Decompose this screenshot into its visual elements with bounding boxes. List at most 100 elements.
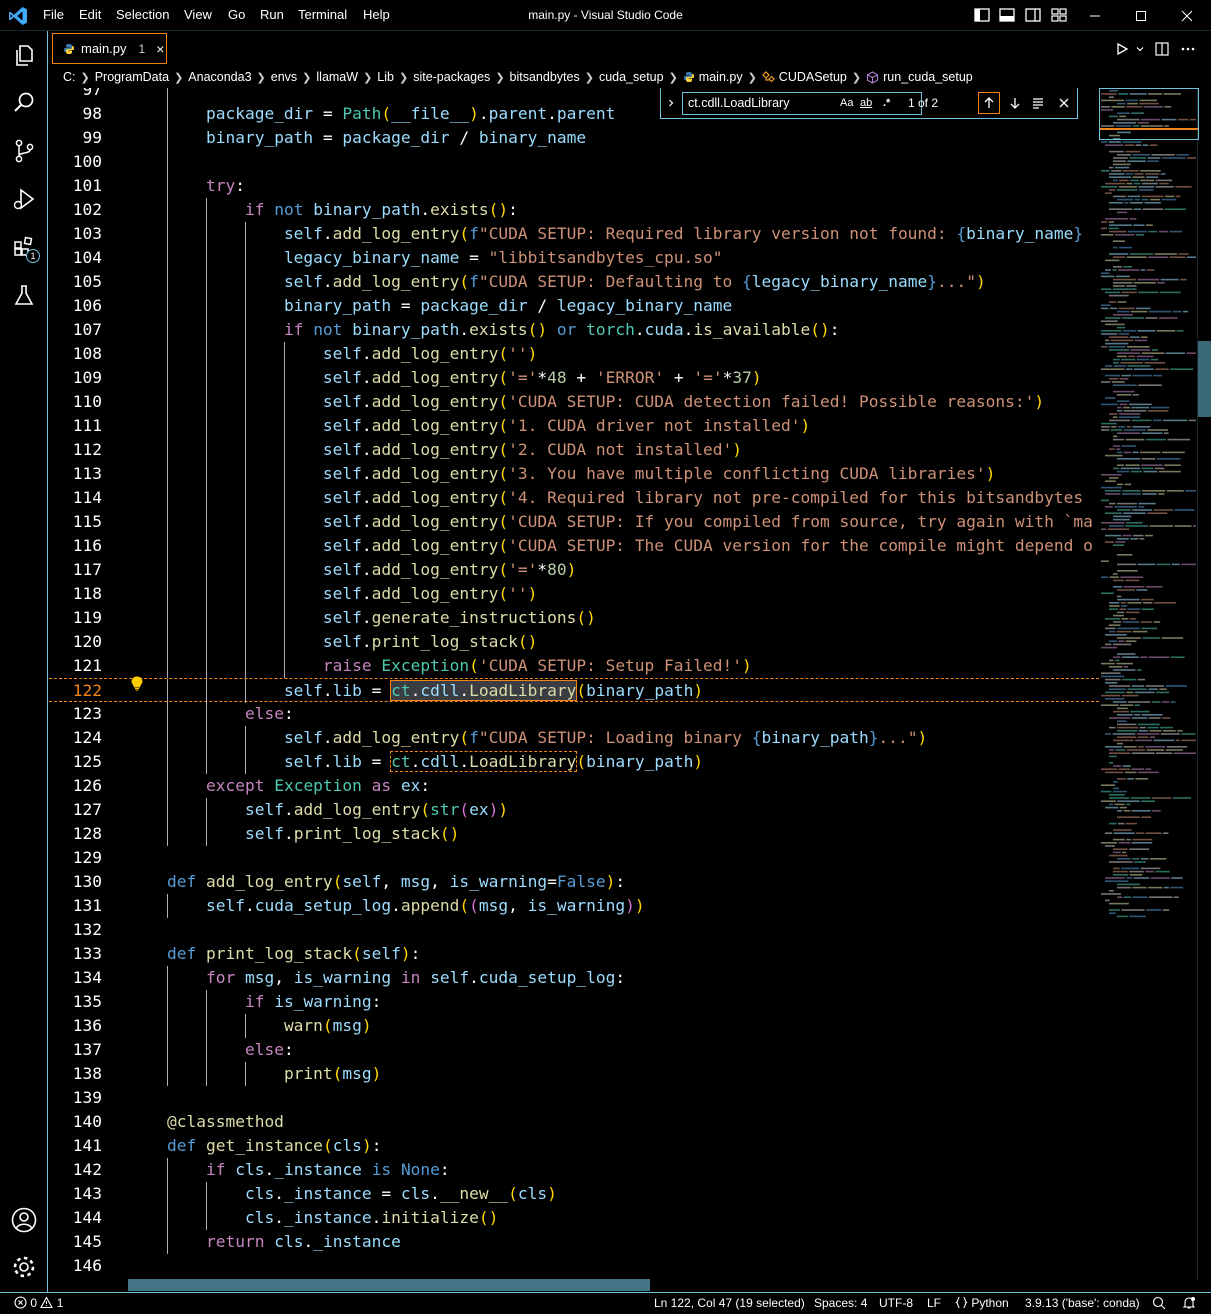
menu-help[interactable]: Help: [363, 7, 390, 22]
code-line[interactable]: 130 def add_log_entry(self, msg, is_warn…: [49, 870, 1099, 894]
more-actions-button[interactable]: [1178, 39, 1198, 59]
split-editor-button[interactable]: [1152, 39, 1172, 59]
tab-main-py[interactable]: main.py 1 ×: [52, 33, 167, 64]
menu-file[interactable]: File: [43, 7, 64, 22]
close-window-button[interactable]: [1164, 0, 1210, 31]
horizontal-scrollbar-thumb[interactable]: [128, 1279, 650, 1291]
code-line[interactable]: 103 self.add_log_entry(f"CUDA SETUP: Req…: [49, 222, 1099, 246]
code-line[interactable]: 120 self.print_log_stack(): [49, 630, 1099, 654]
language-mode[interactable]: Python: [955, 1296, 1009, 1310]
menu-selection[interactable]: Selection: [116, 7, 169, 22]
code-line[interactable]: 144 cls._instance.initialize(): [49, 1206, 1099, 1230]
vertical-scrollbar-thumb[interactable]: [1198, 341, 1211, 417]
lightbulb-icon[interactable]: [130, 676, 144, 692]
minimap[interactable]: [1099, 88, 1199, 938]
breadcrumb-item[interactable]: Lib: [377, 70, 394, 84]
match-whole-word-toggle[interactable]: ab: [860, 97, 872, 109]
use-regex-toggle[interactable]: .*: [883, 97, 890, 109]
run-python-file-button[interactable]: [1112, 39, 1132, 59]
code-line[interactable]: 100: [49, 150, 1099, 174]
code-line[interactable]: 102 if not binary_path.exists():: [49, 198, 1099, 222]
accounts-button[interactable]: [0, 1196, 48, 1244]
minimap-slider[interactable]: [1099, 88, 1199, 140]
code-line[interactable]: 139: [49, 1086, 1099, 1110]
code-line[interactable]: 121 raise Exception('CUDA SETUP: Setup F…: [49, 654, 1099, 678]
breadcrumb-item[interactable]: envs: [271, 70, 297, 84]
feedback-button[interactable]: [1152, 1296, 1166, 1313]
code-line[interactable]: 99 binary_path = package_dir / binary_na…: [49, 126, 1099, 150]
run-debug-button[interactable]: [0, 175, 48, 223]
toggle-secondary-sidebar-icon[interactable]: [1024, 6, 1042, 24]
menu-view[interactable]: View: [184, 7, 212, 22]
code-line[interactable]: 106 binary_path = package_dir / legacy_b…: [49, 294, 1099, 318]
cursor-position[interactable]: Ln 122, Col 47 (19 selected): [654, 1296, 805, 1310]
code-line[interactable]: 128 self.print_log_stack(): [49, 822, 1099, 846]
indentation[interactable]: Spaces: 4: [814, 1296, 867, 1310]
code-line[interactable]: 107 if not binary_path.exists() or torch…: [49, 318, 1099, 342]
breadcrumb-item[interactable]: CUDASetup: [779, 70, 847, 84]
code-line[interactable]: 104 legacy_binary_name = "libbitsandbyte…: [49, 246, 1099, 270]
code-line[interactable]: 143 cls._instance = cls.__new__(cls): [49, 1182, 1099, 1206]
code-line[interactable]: 140 @classmethod: [49, 1110, 1099, 1134]
minimize-button[interactable]: [1072, 0, 1118, 31]
customize-layout-icon[interactable]: [1050, 6, 1068, 24]
code-line[interactable]: 117 self.add_log_entry('='*80): [49, 558, 1099, 582]
notifications-button[interactable]: [1182, 1296, 1196, 1313]
search-button[interactable]: [0, 79, 48, 127]
breadcrumb-item[interactable]: bitsandbytes: [510, 70, 580, 84]
code-editor[interactable]: 97 98 package_dir = Path(__file__).parent…: [49, 88, 1099, 1280]
toggle-replace-button[interactable]: [663, 92, 679, 114]
menu-edit[interactable]: Edit: [79, 7, 101, 22]
next-match-button[interactable]: [1004, 92, 1026, 114]
code-line[interactable]: 119 self.generate_instructions(): [49, 606, 1099, 630]
code-line[interactable]: 129: [49, 846, 1099, 870]
python-interpreter[interactable]: 3.9.13 ('base': conda): [1025, 1296, 1140, 1310]
code-line[interactable]: 131 self.cuda_setup_log.append((msg, is_…: [49, 894, 1099, 918]
code-line[interactable]: 142 if cls._instance is None:: [49, 1158, 1099, 1182]
explorer-button[interactable]: [0, 31, 48, 79]
testing-button[interactable]: [0, 271, 48, 319]
breadcrumb-item[interactable]: ProgramData: [95, 70, 169, 84]
breadcrumb-item[interactable]: Anaconda3: [188, 70, 251, 84]
code-line[interactable]: 112 self.add_log_entry('2. CUDA not inst…: [49, 438, 1099, 462]
code-line[interactable]: 101 try:: [49, 174, 1099, 198]
code-line[interactable]: 146: [49, 1254, 1099, 1278]
menu-terminal[interactable]: Terminal: [298, 7, 347, 22]
code-line[interactable]: 137 else:: [49, 1038, 1099, 1062]
close-find-button[interactable]: [1053, 92, 1075, 114]
vertical-scrollbar[interactable]: [1197, 88, 1211, 1280]
code-line[interactable]: 125 self.lib = ct.cdll.LoadLibrary(binar…: [49, 750, 1099, 774]
menu-run[interactable]: Run: [260, 7, 284, 22]
end-of-line[interactable]: LF: [927, 1296, 941, 1310]
code-line[interactable]: 113 self.add_log_entry('3. You have mult…: [49, 462, 1099, 486]
code-line[interactable]: 132: [49, 918, 1099, 942]
extensions-button[interactable]: 1: [0, 223, 48, 271]
code-line[interactable]: 123 else:: [49, 702, 1099, 726]
run-options-dropdown[interactable]: [1130, 39, 1150, 59]
previous-match-button[interactable]: [978, 92, 1000, 114]
problems-indicator[interactable]: 0 1: [14, 1296, 63, 1310]
tab-close-button[interactable]: ×: [156, 41, 164, 57]
breadcrumb-item[interactable]: site-packages: [413, 70, 490, 84]
code-line[interactable]: 133 def print_log_stack(self):: [49, 942, 1099, 966]
maximize-button[interactable]: [1118, 0, 1164, 31]
code-line[interactable]: 111 self.add_log_entry('1. CUDA driver n…: [49, 414, 1099, 438]
code-line[interactable]: 108 self.add_log_entry(''): [49, 342, 1099, 366]
breadcrumb-item[interactable]: run_cuda_setup: [883, 70, 973, 84]
code-line[interactable]: 110 self.add_log_entry('CUDA SETUP: CUDA…: [49, 390, 1099, 414]
code-line[interactable]: 134 for msg, is_warning in self.cuda_set…: [49, 966, 1099, 990]
toggle-primary-sidebar-icon[interactable]: [973, 6, 991, 24]
code-line[interactable]: 105 self.add_log_entry(f"CUDA SETUP: Def…: [49, 270, 1099, 294]
code-line[interactable]: 126 except Exception as ex:: [49, 774, 1099, 798]
source-control-button[interactable]: [0, 127, 48, 175]
code-line[interactable]: 145 return cls._instance: [49, 1230, 1099, 1254]
breadcrumb-item[interactable]: cuda_setup: [599, 70, 664, 84]
code-line[interactable]: 118 self.add_log_entry(''): [49, 582, 1099, 606]
menu-go[interactable]: Go: [228, 7, 245, 22]
toggle-panel-icon[interactable]: [998, 6, 1016, 24]
breadcrumb-item[interactable]: main.py: [699, 70, 743, 84]
code-line[interactable]: 124 self.add_log_entry(f"CUDA SETUP: Loa…: [49, 726, 1099, 750]
breadcrumb-item[interactable]: C:: [63, 70, 76, 84]
code-line[interactable]: 122 self.lib = ct.cdll.LoadLibrary(binar…: [49, 676, 1099, 703]
code-line[interactable]: 135 if is_warning:: [49, 990, 1099, 1014]
